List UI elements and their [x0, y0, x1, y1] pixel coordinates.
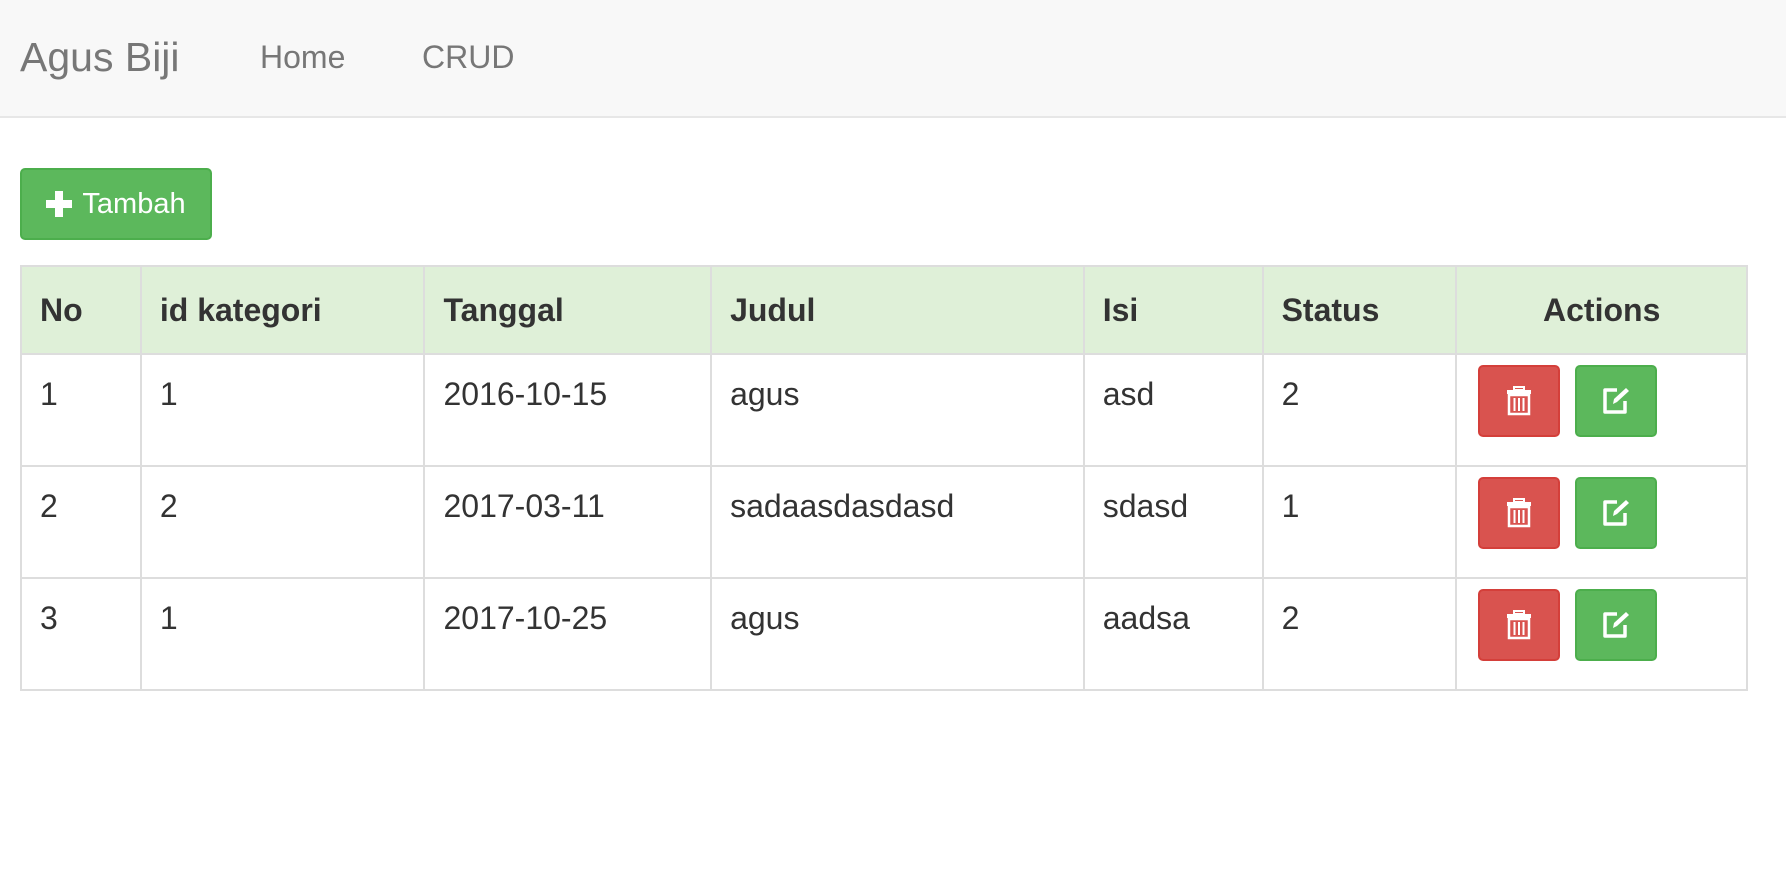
cell-actions	[1455, 353, 1748, 467]
header-no: No	[20, 265, 142, 355]
edit-button[interactable]	[1575, 365, 1658, 437]
edit-icon	[1603, 388, 1630, 414]
header-isi: Isi	[1082, 265, 1264, 355]
delete-button[interactable]	[1478, 589, 1561, 661]
cell-no: 1	[20, 353, 142, 467]
table-header-row: No id kategori Tanggal Judul Isi Status …	[20, 265, 1748, 355]
delete-button[interactable]	[1478, 365, 1561, 437]
cell-id-kategori: 1	[139, 577, 426, 691]
cell-judul: sadaasdasdasd	[710, 465, 1085, 579]
nav-link-home[interactable]: Home	[260, 38, 345, 76]
cell-no: 3	[20, 577, 142, 691]
cell-judul: agus	[710, 577, 1085, 691]
trash-icon	[1507, 386, 1532, 416]
navbar-brand[interactable]: Agus Biji	[20, 33, 180, 81]
cell-actions	[1455, 465, 1748, 579]
edit-button[interactable]	[1575, 477, 1658, 549]
table-row: 2 2 2017-03-11 sadaasdasdasd sdasd 1	[20, 465, 1748, 579]
cell-tanggal: 2017-10-25	[423, 577, 713, 691]
trash-icon	[1507, 610, 1532, 640]
cell-judul: agus	[710, 353, 1085, 467]
header-status: Status	[1261, 265, 1458, 355]
delete-button[interactable]	[1478, 477, 1561, 549]
header-tanggal: Tanggal	[423, 265, 713, 355]
cell-id-kategori: 2	[139, 465, 426, 579]
plus-icon	[46, 191, 73, 217]
cell-status: 2	[1261, 577, 1458, 691]
navbar: Agus Biji Home CRUD	[0, 0, 1786, 118]
cell-tanggal: 2017-03-11	[423, 465, 713, 579]
trash-icon	[1507, 498, 1532, 528]
edit-icon	[1603, 612, 1630, 638]
header-judul: Judul	[710, 265, 1085, 355]
table-row: 1 1 2016-10-15 agus asd 2	[20, 353, 1748, 467]
nav-link-crud[interactable]: CRUD	[422, 38, 514, 76]
cell-tanggal: 2016-10-15	[423, 353, 713, 467]
data-table: No id kategori Tanggal Judul Isi Status …	[20, 265, 1748, 691]
cell-isi: asd	[1082, 353, 1264, 467]
add-button-label: Tambah	[82, 187, 186, 220]
edit-button[interactable]	[1575, 589, 1658, 661]
cell-status: 1	[1261, 465, 1458, 579]
add-button[interactable]: Tambah	[20, 168, 212, 240]
cell-isi: aadsa	[1082, 577, 1264, 691]
table-row: 3 1 2017-10-25 agus aadsa 2	[20, 577, 1748, 691]
header-id-kategori: id kategori	[139, 265, 426, 355]
cell-isi: sdasd	[1082, 465, 1264, 579]
cell-status: 2	[1261, 353, 1458, 467]
edit-icon	[1603, 500, 1630, 526]
cell-no: 2	[20, 465, 142, 579]
cell-actions	[1455, 577, 1748, 691]
header-actions: Actions	[1455, 265, 1748, 355]
cell-id-kategori: 1	[139, 353, 426, 467]
